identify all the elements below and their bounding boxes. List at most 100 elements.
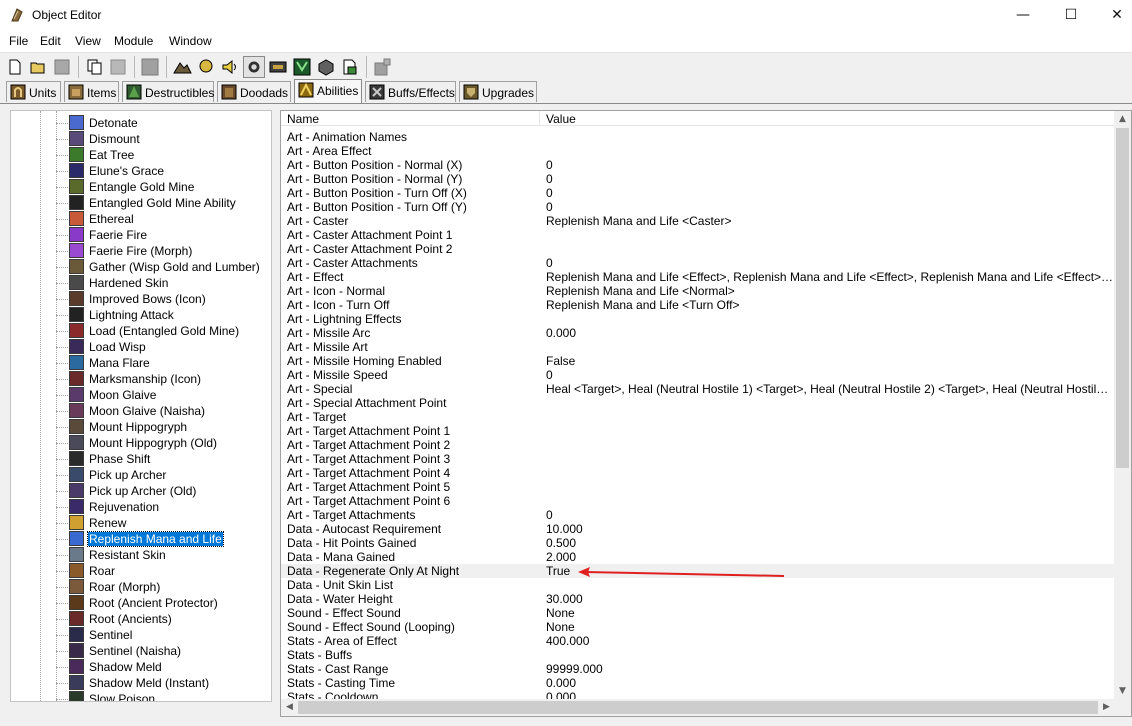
field-value[interactable]: 30.000 [546, 592, 1114, 606]
blank-icon[interactable] [139, 56, 161, 78]
import-icon[interactable] [339, 56, 361, 78]
copy-icon[interactable] [84, 56, 106, 78]
grid-row[interactable]: Art - Missile Art [281, 340, 1115, 354]
grid-row[interactable]: Art - Caster Attachment Point 1 [281, 228, 1115, 242]
tree-item[interactable]: Root (Ancients) [11, 611, 271, 627]
tree-item[interactable]: Root (Ancient Protector) [11, 595, 271, 611]
tree-item[interactable]: Hardened Skin [11, 275, 271, 291]
grid-row[interactable]: Data - Regenerate Only At Night True [281, 564, 1115, 578]
open-icon[interactable] [27, 56, 49, 78]
tree-item[interactable]: Moon Glaive [11, 387, 271, 403]
grid-row[interactable]: Art - Target Attachment Point 5 [281, 480, 1115, 494]
tree-item[interactable]: Shadow Meld (Instant) [11, 675, 271, 691]
grid-row[interactable]: Art - Icon - Normal Replenish Mana and Li… [281, 284, 1115, 298]
tree-item[interactable]: Pick up Archer (Old) [11, 483, 271, 499]
menu-module[interactable]: Module [114, 34, 153, 48]
horizontal-scroll-thumb[interactable] [298, 701, 1098, 714]
tree-item[interactable]: Mana Flare [11, 355, 271, 371]
new-icon[interactable] [4, 56, 26, 78]
tree-item[interactable]: Replenish Mana and Life [11, 531, 271, 547]
grid-row[interactable]: Art - Target [281, 410, 1115, 424]
vertical-scroll-thumb[interactable] [1116, 128, 1129, 468]
grid-row[interactable]: Stats - Buffs [281, 648, 1115, 662]
grid-horizontal-scrollbar[interactable]: ◀ ▶ [281, 699, 1115, 716]
grid-row[interactable]: Art - Button Position - Turn Off (X) 0 [281, 186, 1115, 200]
tree-item[interactable]: Faerie Fire [11, 227, 271, 243]
property-grid[interactable]: Name Value Art - Animation Names Art - Ar… [280, 110, 1132, 717]
tree-item[interactable]: Eat Tree [11, 147, 271, 163]
field-value[interactable]: 0 [546, 368, 1114, 382]
tab-units[interactable]: Units [6, 81, 61, 102]
tab-doodads[interactable]: Doodads [217, 81, 291, 102]
grid-row[interactable]: Art - Lightning Effects [281, 312, 1115, 326]
tab-items[interactable]: Items [64, 81, 119, 102]
menu-file[interactable]: File [9, 34, 28, 48]
tab-upgrades[interactable]: Upgrades [459, 81, 537, 102]
minimize-button[interactable]: — [1000, 0, 1046, 31]
tree-item[interactable]: Faerie Fire (Morph) [11, 243, 271, 259]
grid-row[interactable]: Data - Autocast Requirement 10.000 [281, 522, 1115, 536]
field-value[interactable]: True [546, 564, 1114, 578]
object-tree[interactable]: Detonate Dismount Eat Tree Elune's Grace Ent… [10, 110, 272, 702]
camera-icon[interactable] [267, 56, 289, 78]
tab-buffs-effects[interactable]: Buffs/Effects [365, 81, 456, 102]
field-value[interactable]: Replenish Mana and Life <Effect>, Replen… [546, 270, 1114, 284]
column-value-header[interactable]: Value [546, 112, 576, 126]
field-value[interactable]: 0 [546, 186, 1114, 200]
grid-row[interactable]: Art - Area Effect [281, 144, 1115, 158]
grid-row[interactable]: Stats - Cast Range 99999.000 [281, 662, 1115, 676]
grid-row[interactable]: Art - Missile Arc 0.000 [281, 326, 1115, 340]
grid-row[interactable]: Stats - Casting Time 0.000 [281, 676, 1115, 690]
grid-row[interactable]: Art - Button Position - Normal (X) 0 [281, 158, 1115, 172]
tree-item[interactable]: Gather (Wisp Gold and Lumber) [11, 259, 271, 275]
tree-item[interactable]: Load Wisp [11, 339, 271, 355]
field-value[interactable]: 0 [546, 200, 1114, 214]
field-value[interactable]: 99999.000 [546, 662, 1114, 676]
tree-item[interactable]: Detonate [11, 115, 271, 131]
field-value[interactable]: None [546, 620, 1114, 634]
tree-item[interactable]: Moon Glaive (Naisha) [11, 403, 271, 419]
scroll-right-icon[interactable]: ▶ [1098, 699, 1115, 716]
grid-row[interactable]: Sound - Effect Sound (Looping) None [281, 620, 1115, 634]
field-value[interactable]: 2.000 [546, 550, 1114, 564]
grid-row[interactable]: Art - Target Attachments 0 [281, 508, 1115, 522]
tree-item[interactable]: Mount Hippogryph (Old) [11, 435, 271, 451]
grid-row[interactable]: Art - Icon - Turn Off Replenish Mana and … [281, 298, 1115, 312]
scroll-down-icon[interactable]: ▼ [1114, 683, 1131, 700]
tree-item[interactable]: Dismount [11, 131, 271, 147]
grid-row[interactable]: Art - Special Heal <Target>, Heal (Neutra… [281, 382, 1115, 396]
tree-item[interactable]: Sentinel [11, 627, 271, 643]
tree-item[interactable]: Lightning Attack [11, 307, 271, 323]
field-value[interactable]: 0 [546, 508, 1114, 522]
grid-row[interactable]: Art - Button Position - Turn Off (Y) 0 [281, 200, 1115, 214]
tree-item[interactable]: Slow Poison [11, 691, 271, 701]
sound-icon[interactable] [219, 56, 241, 78]
field-value[interactable]: 0.000 [546, 676, 1114, 690]
tree-item[interactable]: Roar (Morph) [11, 579, 271, 595]
grid-row[interactable]: Art - Target Attachment Point 1 [281, 424, 1115, 438]
grid-row[interactable]: Data - Mana Gained 2.000 [281, 550, 1115, 564]
tab-abilities[interactable]: Abilities [294, 79, 362, 103]
grid-row[interactable]: Art - Target Attachment Point 2 [281, 438, 1115, 452]
grid-row[interactable]: Art - Special Attachment Point [281, 396, 1115, 410]
maximize-button[interactable]: ☐ [1048, 0, 1094, 31]
grid-row[interactable]: Data - Unit Skin List [281, 578, 1115, 592]
menu-view[interactable]: View [75, 34, 101, 48]
menu-edit[interactable]: Edit [40, 34, 61, 48]
grid-row[interactable]: Art - Target Attachment Point 6 [281, 494, 1115, 508]
tree-item[interactable]: Marksmanship (Icon) [11, 371, 271, 387]
tree-item[interactable]: Entangle Gold Mine [11, 179, 271, 195]
scroll-up-icon[interactable]: ▲ [1114, 111, 1131, 128]
field-value[interactable]: Replenish Mana and Life <Normal> [546, 284, 1114, 298]
tree-item[interactable]: Rejuvenation [11, 499, 271, 515]
grid-row[interactable]: Art - Caster Attachment Point 2 [281, 242, 1115, 256]
field-value[interactable]: 0.000 [546, 326, 1114, 340]
field-value[interactable]: 0 [546, 172, 1114, 186]
tree-item[interactable]: Entangled Gold Mine Ability [11, 195, 271, 211]
save-icon[interactable] [51, 56, 73, 78]
tree-item[interactable]: Resistant Skin [11, 547, 271, 563]
grid-row[interactable]: Art - Missile Homing Enabled False [281, 354, 1115, 368]
close-button[interactable]: ✕ [1094, 0, 1132, 31]
tree-item[interactable]: Sentinel (Naisha) [11, 643, 271, 659]
grid-row[interactable]: Art - Animation Names [281, 130, 1115, 144]
